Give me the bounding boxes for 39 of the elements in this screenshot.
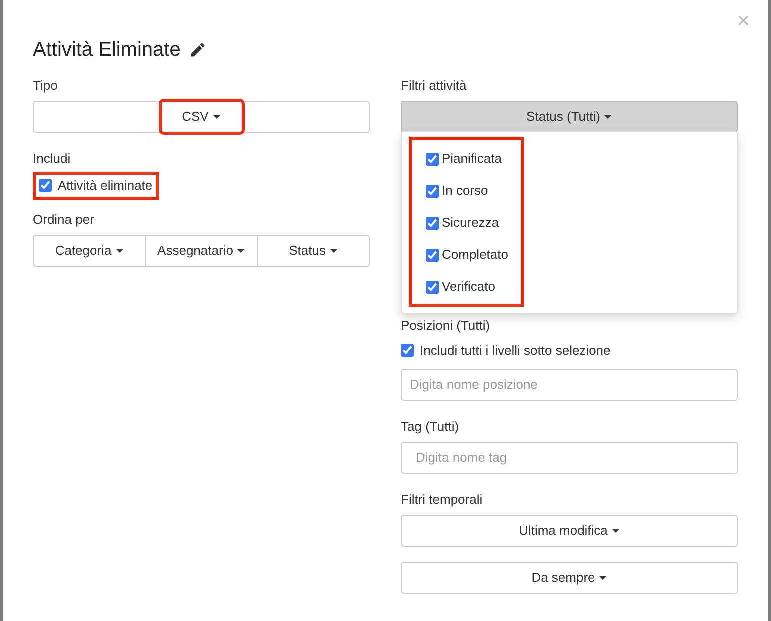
checkbox-label: Includi tutti i livelli sotto selezione <box>420 342 611 360</box>
checkbox-label: Sicurezza <box>442 214 500 232</box>
caret-icon <box>604 115 612 119</box>
modal-title: Attività Eliminate <box>33 38 181 62</box>
checkbox[interactable] <box>401 344 414 358</box>
checkbox[interactable] <box>426 216 439 230</box>
field-label: Ordina per <box>33 212 96 227</box>
checkbox[interactable] <box>426 248 439 262</box>
checkbox-label: Completato <box>442 246 508 264</box>
caret-icon <box>330 248 338 253</box>
tag-input[interactable]: Digita nome tag <box>401 442 738 474</box>
dropdown-button[interactable]: Status (Tutti) <box>401 101 738 133</box>
checkbox[interactable] <box>426 152 439 166</box>
caret-icon <box>599 576 608 580</box>
dropdown-button[interactable]: Categoria <box>33 234 146 267</box>
dropdown-button[interactable]: Status <box>257 234 370 267</box>
checkbox[interactable] <box>426 184 439 198</box>
field-label: Tipo <box>33 78 59 93</box>
field-label: Posizioni (Tutti) <box>401 318 492 333</box>
checkbox-label: Attività eliminate <box>58 177 153 195</box>
position-input[interactable]: Digita nome posizione <box>401 368 738 400</box>
caret-icon <box>116 248 124 253</box>
caret-icon <box>212 115 221 119</box>
caret-icon <box>612 528 620 532</box>
caret-icon <box>237 248 246 253</box>
dropdown-button[interactable]: Da sempre <box>401 562 738 594</box>
field-label: Includi <box>33 151 72 166</box>
pencil-icon[interactable] <box>188 41 207 59</box>
checkbox[interactable] <box>426 280 439 294</box>
dropdown-button[interactable]: CSV <box>160 101 242 133</box>
checkbox-label: Pianificata <box>442 150 502 168</box>
checkbox[interactable] <box>39 179 52 192</box>
field-label: Tag (Tutti) <box>401 418 460 434</box>
dropdown-button[interactable]: Assegnatario <box>145 234 258 267</box>
checkbox-label: In corso <box>442 182 488 200</box>
field-label: Filtri attività <box>401 78 468 93</box>
field-label: Filtri temporali <box>401 492 484 506</box>
checkbox-label: Verificato <box>442 278 496 296</box>
dropdown-button[interactable]: Ultima modifica <box>401 514 738 546</box>
